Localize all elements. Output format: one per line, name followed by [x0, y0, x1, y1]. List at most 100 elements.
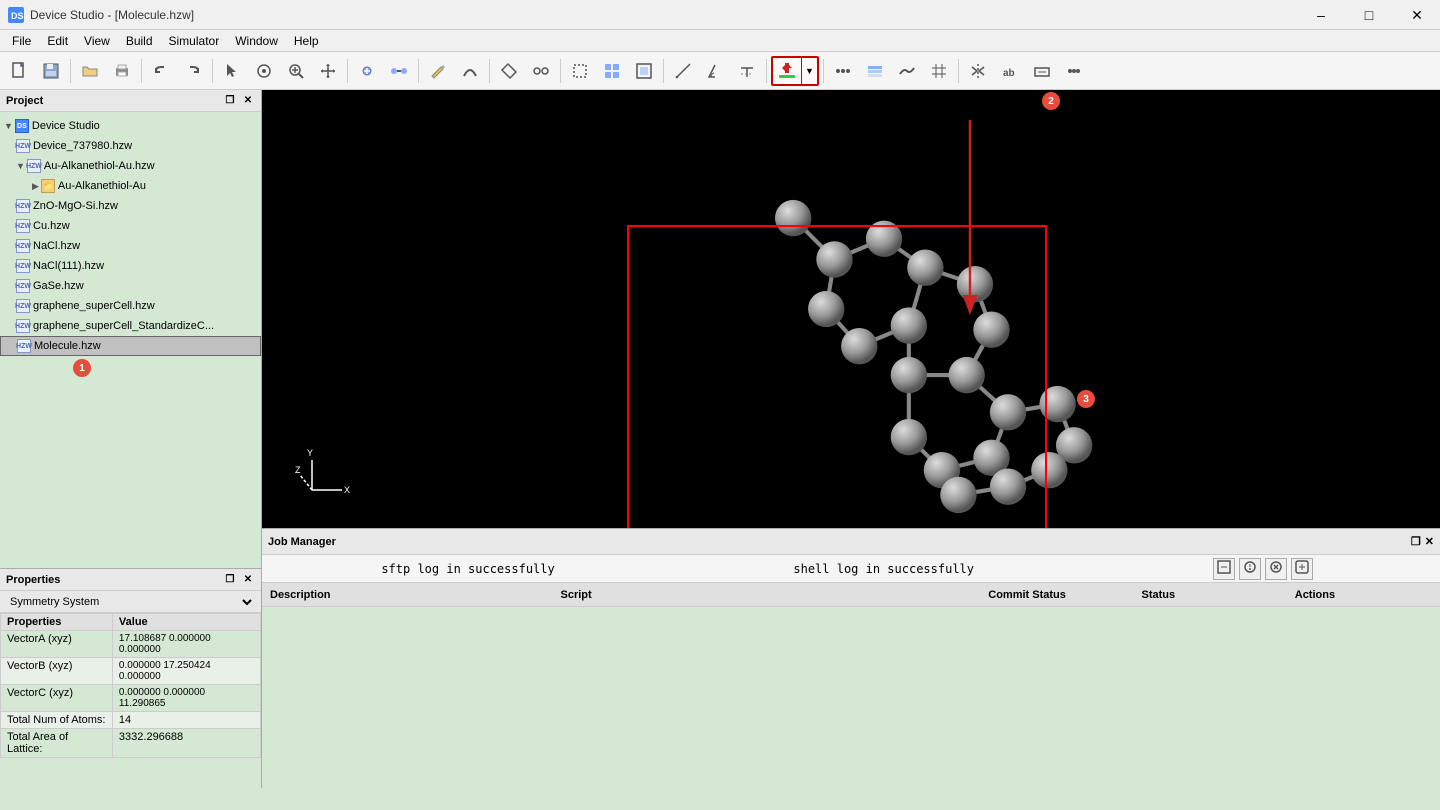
minimize-button[interactable]: –	[1298, 0, 1344, 30]
tree-item-nacl[interactable]: HZW NaCl.hzw	[0, 236, 261, 256]
add-atom-button[interactable]	[352, 56, 382, 86]
window-controls[interactable]: – □ ✕	[1298, 0, 1440, 29]
job-status-icons[interactable]	[1213, 558, 1321, 580]
menu-edit[interactable]: Edit	[39, 30, 76, 51]
svg-text:X: X	[344, 485, 350, 495]
menu-window[interactable]: Window	[227, 30, 286, 51]
prop-row-atoms: Total Num of Atoms: 14	[1, 712, 261, 729]
tree-item-au-folder[interactable]: ▶ 📁 Au-Alkanethiol-Au	[0, 176, 261, 196]
pointer-button[interactable]	[217, 56, 247, 86]
hzw-icon: HZW	[16, 139, 30, 153]
job-manager-header: Job Manager ❐ ✕	[262, 529, 1440, 555]
properties-filter-select[interactable]: Symmetry System	[6, 595, 255, 609]
hand-button[interactable]	[249, 56, 279, 86]
hzw-icon-graphene-std: HZW	[16, 319, 30, 333]
properties-filter[interactable]: Symmetry System	[0, 591, 261, 613]
grid-button[interactable]	[924, 56, 954, 86]
extra-button[interactable]	[1059, 56, 1089, 86]
tree-item-graphene-std[interactable]: HZW graphene_superCell_StandardizeC...	[0, 316, 261, 336]
job-icon-1[interactable]	[1213, 558, 1235, 580]
tree-item-graphene[interactable]: HZW graphene_superCell.hzw	[0, 296, 261, 316]
new-button[interactable]	[4, 56, 34, 86]
hzw-icon-graphene: HZW	[16, 299, 30, 313]
menu-bar: File Edit View Build Simulator Window He…	[0, 30, 1440, 52]
download-dropdown[interactable]: ▼	[771, 56, 819, 86]
job-manager-title: Job Manager	[268, 536, 336, 548]
col-status: Status	[1134, 589, 1287, 601]
dihedral-button[interactable]	[732, 56, 762, 86]
job-icon-3[interactable]	[1265, 558, 1287, 580]
download-main[interactable]	[773, 59, 801, 83]
edit-text-button[interactable]	[1027, 56, 1057, 86]
tree-label-gase: GaSe.hzw	[33, 280, 84, 292]
curve-button[interactable]	[455, 56, 485, 86]
ds-icon: DS	[15, 119, 29, 133]
menu-build[interactable]: Build	[118, 30, 161, 51]
job-restore-button[interactable]: ❐	[1411, 535, 1421, 548]
properties-title: Properties	[6, 574, 60, 586]
redo-button[interactable]	[178, 56, 208, 86]
prop-val-vectorb: 0.000000 17.250424 0.000000	[112, 658, 260, 685]
job-icon-2[interactable]	[1239, 558, 1261, 580]
measure-button[interactable]	[668, 56, 698, 86]
prop-key-area: Total Area of Lattice:	[1, 729, 113, 758]
abc-button[interactable]: ab	[995, 56, 1025, 86]
save-button[interactable]	[36, 56, 66, 86]
select-region-button[interactable]	[629, 56, 659, 86]
symmetry-button[interactable]	[963, 56, 993, 86]
job-header-controls[interactable]: ❐ ✕	[1411, 535, 1434, 548]
job-close-button[interactable]: ✕	[1425, 535, 1434, 548]
project-close-button[interactable]: ✕	[241, 94, 255, 108]
tree-label-nacl111: NaCl(111).hzw	[33, 260, 104, 272]
open-button[interactable]	[75, 56, 105, 86]
menu-view[interactable]: View	[76, 30, 118, 51]
title-bar: DS Device Studio - [Molecule.hzw] – □ ✕	[0, 0, 1440, 30]
tree-item-au-alkanethiol[interactable]: ▼ HZW Au-Alkanethiol-Au.hzw	[0, 156, 261, 176]
hzw-icon-cu: HZW	[16, 219, 30, 233]
translate-button[interactable]	[313, 56, 343, 86]
tree-item-device-studio[interactable]: ▼ DS Device Studio	[0, 116, 261, 136]
tree-item-nacl111[interactable]: HZW NaCl(111).hzw	[0, 256, 261, 276]
surface-button[interactable]	[892, 56, 922, 86]
prop-val-vectora: 17.108687 0.000000 0.000000	[112, 631, 260, 658]
properties-header-controls[interactable]: ❐ ✕	[223, 573, 255, 587]
tree-item-gase[interactable]: HZW GaSe.hzw	[0, 276, 261, 296]
prop-val-area: 3332.296688	[112, 729, 260, 758]
project-restore-button[interactable]: ❐	[223, 94, 237, 108]
tree-label-zno: ZnO-MgO-Si.hzw	[33, 200, 118, 212]
badge-1: 1	[73, 359, 91, 377]
fragment-button[interactable]	[494, 56, 524, 86]
properties-close-button[interactable]: ✕	[241, 573, 255, 587]
properties-table: Properties Value VectorA (xyz) 17.108687…	[0, 613, 261, 788]
tree-label-device-studio: Device Studio	[32, 120, 100, 132]
tree-item-device-737980[interactable]: HZW Device_737980.hzw	[0, 136, 261, 156]
viewport[interactable]: 2 3 Y X Z	[262, 90, 1440, 528]
download-arrow[interactable]: ▼	[801, 58, 817, 84]
pencil-button[interactable]	[423, 56, 453, 86]
job-icon-4[interactable]	[1291, 558, 1313, 580]
tree-item-zno[interactable]: HZW ZnO-MgO-Si.hzw	[0, 196, 261, 216]
undo-button[interactable]	[146, 56, 176, 86]
svg-text:Y: Y	[307, 448, 313, 458]
properties-restore-button[interactable]: ❐	[223, 573, 237, 587]
print-button[interactable]	[107, 56, 137, 86]
select-all-button[interactable]	[597, 56, 627, 86]
project-header-controls[interactable]: ❐ ✕	[223, 94, 255, 108]
bond-button[interactable]	[384, 56, 414, 86]
zoom-button[interactable]	[281, 56, 311, 86]
select-rect-button[interactable]	[565, 56, 595, 86]
maximize-button[interactable]: □	[1346, 0, 1392, 30]
col-script: Script	[553, 589, 981, 601]
svg-text:ab: ab	[1003, 68, 1015, 79]
layer-button[interactable]	[860, 56, 890, 86]
menu-help[interactable]: Help	[286, 30, 327, 51]
angle-button[interactable]	[700, 56, 730, 86]
menu-simulator[interactable]: Simulator	[161, 30, 228, 51]
menu-file[interactable]: File	[4, 30, 39, 51]
tree-label-au-alkanethiol: Au-Alkanethiol-Au.hzw	[44, 160, 155, 172]
tree-item-molecule[interactable]: HZW Molecule.hzw 1	[0, 336, 261, 356]
close-button[interactable]: ✕	[1394, 0, 1440, 30]
tree-item-cu[interactable]: HZW Cu.hzw	[0, 216, 261, 236]
fragment2-button[interactable]	[526, 56, 556, 86]
arrange-button[interactable]	[828, 56, 858, 86]
